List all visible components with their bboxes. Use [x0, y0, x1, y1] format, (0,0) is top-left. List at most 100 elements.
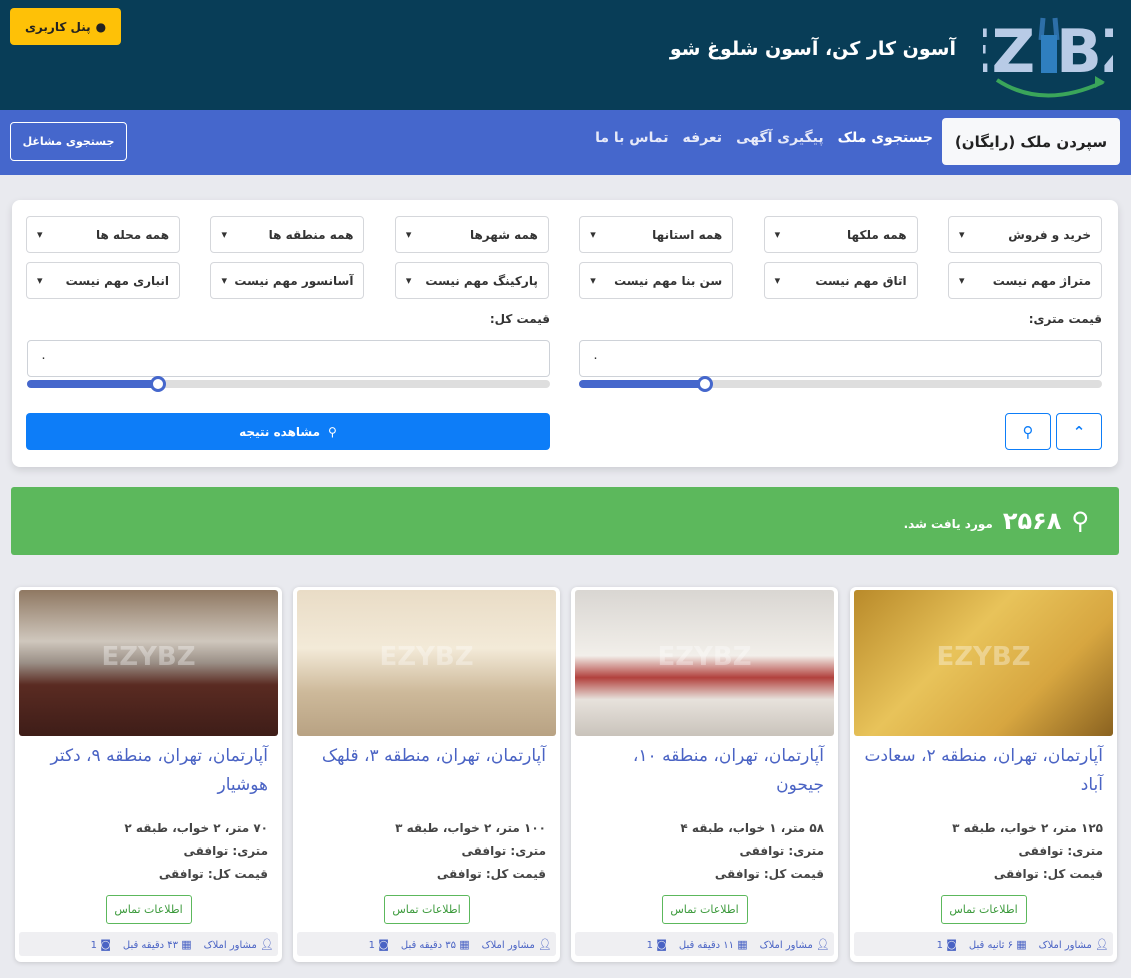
search-icon: ⚲ — [1071, 507, 1089, 535]
filter-select[interactable]: سن بنا مهم نیست ▾ — [579, 262, 734, 299]
search-icon: ⚲ — [1022, 422, 1034, 441]
filter-select-value: انباری مهم نیست — [65, 273, 170, 288]
listing-image[interactable]: EZYBZ — [297, 590, 556, 736]
filter-select[interactable]: پارکینگ مهم نیست ▾ — [394, 262, 549, 299]
total-price-slider[interactable] — [27, 376, 550, 392]
calendar-icon: ▦ — [181, 937, 192, 951]
chevron-down-icon: ▾ — [959, 274, 965, 287]
filter-select[interactable]: اتاق مهم نیست ▾ — [763, 262, 918, 299]
collapse-button[interactable]: ⌃ — [1056, 413, 1102, 450]
filter-select-value: همه محله ها — [95, 227, 170, 242]
watermark: EZYBZ — [657, 642, 752, 672]
chevron-down-icon: ▾ — [774, 274, 781, 287]
nav-submit-property[interactable]: سپردن ملک (رایگان) — [942, 118, 1120, 165]
slider-handle[interactable] — [149, 376, 166, 392]
listing-specs: ۵۸ متر، ۱ خواب، طبقه ۴ — [680, 821, 824, 835]
slider-handle[interactable] — [696, 376, 713, 392]
contact-info-button[interactable]: اطلاعات تماس — [105, 895, 192, 924]
contact-info-button[interactable]: اطلاعات تماس — [940, 895, 1027, 924]
filter-select[interactable]: همه محله ها ▾ — [26, 216, 181, 253]
logo[interactable]: EZ BZ — [983, 10, 1113, 102]
user-icon: 👤︎ — [260, 937, 274, 951]
results-text: مورد یافت شد. — [903, 517, 993, 531]
contact-info-button[interactable]: اطلاعات تماس — [661, 895, 748, 924]
filter-select[interactable]: همه ملکها ▾ — [763, 216, 918, 253]
calendar-icon: ▦ — [459, 937, 470, 951]
filter-select[interactable]: همه منطقه ها ▾ — [210, 216, 365, 253]
camera-icon: ◙ — [656, 937, 667, 951]
filter-select-value: همه استانها — [652, 227, 723, 242]
chevron-down-icon: ▾ — [774, 228, 781, 241]
chevron-down-icon: ▾ — [37, 274, 43, 287]
unit-price-input[interactable]: ۰ — [579, 340, 1102, 377]
contact-info-button[interactable]: اطلاعات تماس — [383, 895, 470, 924]
calendar-icon: ▦ — [737, 937, 748, 951]
agent-label: مشاور املاک — [759, 939, 813, 951]
user-icon: 👤︎ — [538, 937, 552, 951]
posted-time: ۱۱ دقیقه قبل — [678, 939, 735, 951]
listing-image[interactable]: EZYBZ — [854, 590, 1113, 736]
view-results-label: مشاهده نتیجه — [239, 424, 321, 439]
listing-card[interactable]: EZYBZ آپارتمان، تهران، منطقه ۱۰، جیحون ۵… — [571, 587, 838, 962]
photo-count: 1 — [90, 939, 97, 951]
camera-icon: ◙ — [100, 937, 111, 951]
listing-title[interactable]: آپارتمان، تهران، منطقه ۳، قلهک — [303, 742, 546, 771]
listing-footer: 👤︎ مشاور املاک ▦ ۶ ثانیه قبل ◙ 1 — [854, 932, 1113, 956]
search-button[interactable]: ⚲ — [1005, 413, 1051, 450]
watermark: EZYBZ — [379, 642, 474, 672]
filter-select-value: متراژ مهم نیست — [992, 273, 1091, 288]
nav-property-search[interactable]: جستجوی ملک — [838, 130, 933, 146]
filter-select-value: اتاق مهم نیست — [815, 273, 907, 288]
user-icon: 👤︎ — [1095, 937, 1109, 951]
filter-select[interactable]: آسانسور مهم نیست ▾ — [210, 262, 365, 299]
listing-image[interactable]: EZYBZ — [575, 590, 834, 736]
user-panel-button[interactable]: ● پنل کاربری — [10, 8, 121, 45]
filter-panel: خرید و فروش ▾ همه ملکها ▾ همه استانها ▾ همه شه… — [12, 200, 1118, 467]
results-count: ۲۵۶۸ — [1002, 507, 1062, 535]
nav-ad-tracking[interactable]: پیگیری آگهی — [736, 130, 824, 146]
user-panel-label: پنل کاربری — [24, 19, 91, 34]
user-icon: 👤︎ — [816, 937, 830, 951]
filter-select-value: سن بنا مهم نیست — [614, 273, 723, 288]
header: EZ BZ آسون کار کن، آسون شلوغ شو ● پنل کا… — [0, 0, 1131, 110]
filter-select-value: پارکینگ مهم نیست — [425, 273, 538, 288]
listing-image[interactable]: EZYBZ — [19, 590, 278, 736]
listing-card[interactable]: EZYBZ آپارتمان، تهران، منطقه ۳، قلهک ۱۰۰… — [293, 587, 560, 962]
listing-specs: ۱۲۵ متر، ۲ خواب، طبقه ۳ — [952, 821, 1103, 835]
nav-pricing[interactable]: تعرفه — [683, 130, 723, 146]
filter-select-value: همه منطقه ها — [268, 227, 354, 242]
view-results-button[interactable]: ⚲ مشاهده نتیجه — [26, 413, 550, 450]
agent-label: مشاور املاک — [1038, 939, 1092, 951]
camera-icon: ◙ — [946, 937, 957, 951]
filter-select[interactable]: همه شهرها ▾ — [394, 216, 549, 253]
listing-unit-price: متری: توافقی — [1018, 844, 1103, 858]
chevron-down-icon: ▾ — [221, 274, 227, 287]
listing-card[interactable]: EZYBZ آپارتمان، تهران، منطقه ۹، دکتر هوش… — [15, 587, 282, 962]
agent-label: مشاور املاک — [481, 939, 535, 951]
listing-total-price: قیمت کل: توافقی — [714, 867, 824, 881]
listing-footer: 👤︎ مشاور املاک ▦ ۱۱ دقیقه قبل ◙ 1 — [575, 932, 834, 956]
listing-card[interactable]: EZYBZ آپارتمان، تهران، منطقه ۲، سعادت آب… — [850, 587, 1117, 962]
listing-unit-price: متری: توافقی — [183, 844, 268, 858]
search-icon: ⚲ — [328, 424, 337, 439]
nav-contact[interactable]: تماس با ما — [595, 130, 668, 146]
posted-time: ۳۵ دقیقه قبل — [400, 939, 457, 951]
listing-title[interactable]: آپارتمان، تهران، منطقه ۲، سعادت آباد — [860, 742, 1103, 800]
filter-select[interactable]: متراژ مهم نیست ▾ — [948, 262, 1102, 299]
unit-price-slider[interactable] — [579, 376, 1102, 392]
filter-select[interactable]: انباری مهم نیست ▾ — [26, 262, 181, 299]
watermark: EZYBZ — [101, 642, 196, 672]
filter-select-value: همه شهرها — [469, 227, 538, 242]
listing-title[interactable]: آپارتمان، تهران، منطقه ۹، دکتر هوشیار — [25, 742, 268, 800]
listing-title[interactable]: آپارتمان، تهران، منطقه ۱۰، جیحون — [581, 742, 824, 800]
photo-count: 1 — [646, 939, 653, 951]
posted-time: ۶ ثانیه قبل — [968, 939, 1014, 951]
chevron-down-icon: ▾ — [405, 228, 412, 241]
chevron-down-icon: ▾ — [590, 228, 596, 241]
results-count-banner: ⚲ ۲۵۶۸ مورد یافت شد. — [11, 487, 1119, 555]
filter-select[interactable]: همه استانها ▾ — [579, 216, 734, 253]
tagline: آسون کار کن، آسون شلوغ شو — [669, 38, 956, 60]
total-price-input[interactable]: ۰ — [27, 340, 550, 377]
jobs-search-button[interactable]: جستجوی مشاغل — [10, 122, 127, 161]
filter-select[interactable]: خرید و فروش ▾ — [948, 216, 1102, 253]
